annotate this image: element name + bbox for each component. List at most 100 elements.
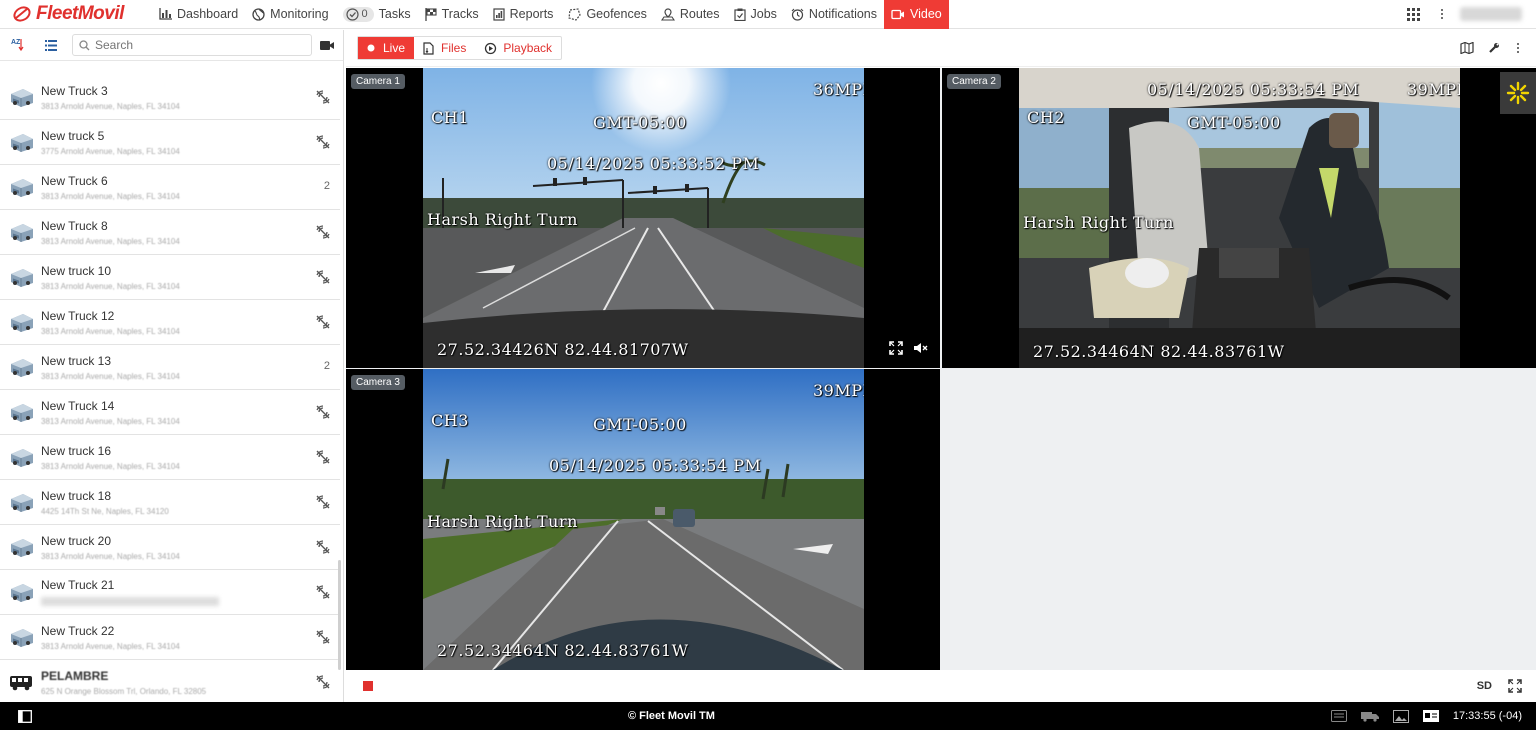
vehicle-info: PELAMBRE 625 N Orange Blossom Trl, Orland…	[41, 669, 206, 696]
clock-display: 17:33:55 (-04)	[1452, 710, 1522, 722]
mute-icon[interactable]	[913, 342, 928, 354]
tab-playback-label: Playback	[503, 41, 553, 55]
tab-files[interactable]: Files	[414, 37, 475, 59]
nav-notifications[interactable]: Notifications	[784, 0, 884, 29]
quality-toggle[interactable]: SD	[1477, 680, 1492, 692]
video-toolbar: Live Files Playback	[346, 30, 1536, 67]
nav-dashboard[interactable]: Dashboard	[152, 0, 245, 29]
vehicle-row[interactable]: New truck 20 3813 Arnold Avenue, Naples, …	[0, 525, 340, 570]
vehicle-row[interactable]: New Truck 21	[0, 570, 340, 615]
vehicle-row[interactable]: New Truck 22 3813 Arnold Avenue, Naples, …	[0, 615, 340, 660]
vehicle-row[interactable]: New Truck 8 3813 Arnold Avenue, Naples, F…	[0, 210, 340, 255]
brand-logo[interactable]: FleetMovil	[0, 3, 152, 25]
camera-3-coords: 27.52.34464N 82.44.83761W	[437, 641, 689, 660]
fullscreen-icon[interactable]	[889, 341, 903, 355]
stop-all-button[interactable]	[363, 681, 373, 691]
tab-live-label: Live	[383, 41, 406, 55]
truck-icon	[9, 311, 35, 333]
image-icon[interactable]	[1392, 709, 1409, 723]
tasks-count: 0	[361, 8, 368, 20]
no-signal-icon	[316, 315, 330, 332]
id-card-icon[interactable]	[1422, 710, 1439, 722]
more-menu-icon[interactable]	[1438, 9, 1446, 19]
tasks-count-badge: 0	[342, 6, 374, 22]
map-icon[interactable]	[1460, 42, 1474, 54]
bus-icon	[9, 671, 35, 693]
sidebar-toolbar: AZ	[0, 30, 343, 61]
vehicle-row[interactable]: New truck 13 3813 Arnold Avenue, Naples, …	[0, 345, 340, 390]
nav-tracks[interactable]: Tracks	[418, 0, 486, 29]
truck-icon	[9, 446, 35, 468]
camera-1-tile[interactable]: Camera 1 CH1 36MP GMT-05:00 05/14/2025 0…	[346, 68, 940, 368]
vehicle-status-count: 2	[323, 180, 330, 192]
user-name-redacted[interactable]	[1460, 7, 1522, 21]
truck-icon	[9, 221, 35, 243]
camera-2-timezone: GMT-05:00	[1187, 113, 1281, 132]
vehicle-row[interactable]: New truck 5 3775 Arnold Avenue, Naples, F…	[0, 120, 340, 165]
list-view-button[interactable]	[40, 34, 62, 56]
vehicle-address: 4425 14Th St Ne, Naples, FL 34120	[41, 506, 169, 516]
camera-1-label: Camera 1	[351, 74, 405, 89]
sidebar-scrollbar[interactable]	[338, 560, 341, 670]
vehicle-address: 3813 Arnold Avenue, Naples, FL 34104	[41, 326, 180, 336]
nav-routes[interactable]: Routes	[654, 0, 727, 29]
search-input[interactable]	[95, 38, 295, 52]
nav-jobs[interactable]: Jobs	[727, 0, 784, 29]
camera-3-channel: CH3	[431, 411, 469, 430]
vehicle-name: New truck 13	[41, 353, 112, 368]
nav-reports[interactable]: Reports	[486, 0, 561, 29]
vehicle-info: New truck 16 3813 Arnold Avenue, Naples, …	[41, 444, 180, 471]
tab-live[interactable]: Live	[358, 37, 415, 59]
nav-video[interactable]: Video	[884, 0, 949, 29]
vehicle-row[interactable]: New Truck 14 3813 Arnold Avenue, Naples, …	[0, 390, 340, 435]
camera-1-speed: 36MPH	[813, 80, 864, 99]
file-icon	[423, 41, 434, 55]
sidebar-toggle-icon[interactable]	[18, 709, 32, 723]
vehicle-address: 625 N Orange Blossom Trl, Orlando, FL 32…	[41, 686, 207, 696]
vehicle-row[interactable]: New Truck 12 3813 Arnold Avenue, Naples, …	[0, 300, 340, 345]
camera-2-channel: CH2	[1027, 108, 1065, 127]
vehicle-name: New truck 18	[41, 488, 112, 503]
truck-icon	[9, 356, 35, 378]
keyboard-icon[interactable]	[1330, 710, 1347, 722]
flag-icon	[424, 7, 437, 21]
nav-jobs-label: Jobs	[750, 7, 777, 21]
video-camera-icon[interactable]	[320, 40, 335, 51]
camera-1-event: Harsh Right Turn	[427, 210, 578, 229]
vehicle-info: New Truck 21	[41, 578, 219, 606]
video-more-icon[interactable]	[1514, 43, 1522, 53]
nav-monitoring-label: Monitoring	[270, 7, 329, 21]
nav-tasks[interactable]: 0 Tasks	[336, 0, 418, 29]
nav-tasks-label: Tasks	[378, 7, 411, 21]
vehicle-row[interactable]: PELAMBRE 625 N Orange Blossom Trl, Orland…	[0, 660, 340, 702]
sort-az-button[interactable]: AZ	[8, 34, 30, 56]
vehicle-row[interactable]: New truck 10 3813 Arnold Avenue, Naples, …	[0, 255, 340, 300]
vehicle-name: New Truck 14	[41, 398, 115, 413]
fullscreen-all-icon[interactable]	[1508, 679, 1522, 693]
truck-status-icon[interactable]	[1360, 710, 1379, 722]
vehicle-address: 3813 Arnold Avenue, Naples, FL 34104	[41, 551, 180, 561]
top-nav-bar: FleetMovil Dashboard Monitoring 0 Tasks …	[0, 0, 1536, 29]
apps-grid-icon[interactable]	[1407, 7, 1420, 21]
vehicle-row[interactable]: New truck 18 4425 14Th St Ne, Naples, FL …	[0, 480, 340, 525]
video-control-right: SD	[1477, 679, 1536, 693]
camera-2-datetime: 05/14/2025 05:33:54 PM	[1147, 80, 1360, 99]
camera-3-event: Harsh Right Turn	[427, 512, 578, 531]
vehicle-row[interactable]: New Truck 6 3813 Arnold Avenue, Naples, F…	[0, 165, 340, 210]
no-signal-icon	[316, 675, 330, 692]
vehicle-row[interactable]: New Truck 3 3813 Arnold Avenue, Naples, F…	[0, 75, 340, 120]
tab-playback[interactable]: Playback	[475, 37, 561, 59]
truck-icon	[9, 266, 35, 288]
camera-3-tile[interactable]: Camera 3 CH3 39MPH GMT-05:	[346, 369, 940, 670]
nav-geofences[interactable]: Geofences	[560, 0, 653, 29]
wrench-icon[interactable]	[1488, 42, 1500, 54]
nav-tracks-label: Tracks	[441, 7, 479, 21]
vehicle-row[interactable]: New truck 16 3813 Arnold Avenue, Naples, …	[0, 435, 340, 480]
camera-2-tile[interactable]: Camera 2 CH2 05/14/2025 05:33:54 PM 39MP…	[942, 68, 1536, 368]
camera-2-overlay-badge[interactable]	[1500, 72, 1536, 114]
vehicle-name: New Truck 21	[41, 578, 115, 592]
nav-monitoring[interactable]: Monitoring	[245, 0, 335, 29]
vehicle-info: New Truck 12 3813 Arnold Avenue, Naples, …	[41, 309, 180, 336]
vehicle-search[interactable]	[72, 34, 312, 56]
vehicle-address: 3813 Arnold Avenue, Naples, FL 34104	[41, 371, 180, 381]
